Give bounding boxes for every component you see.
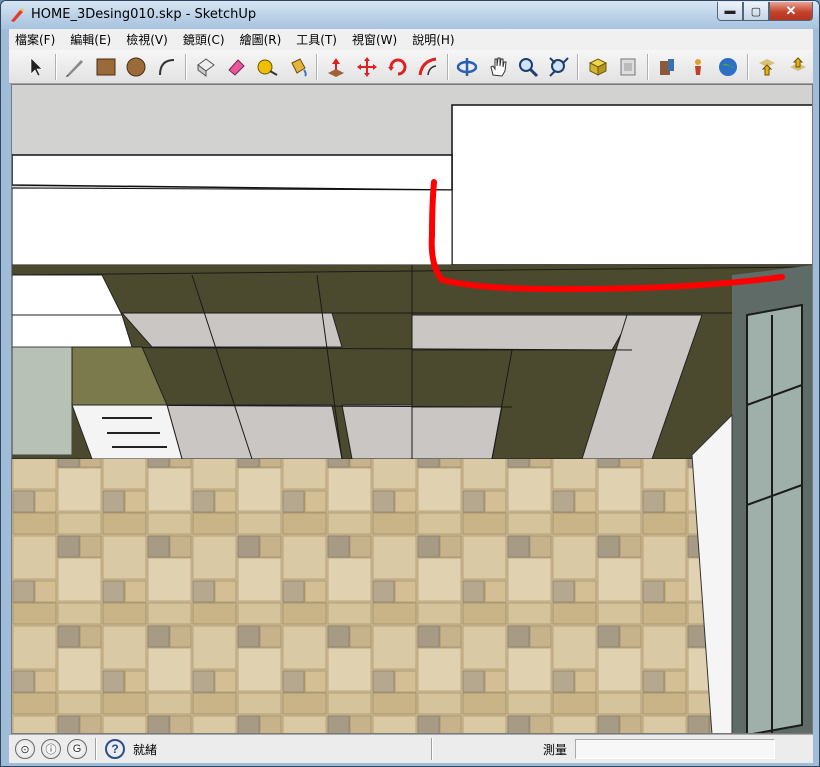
import-button[interactable] <box>752 52 783 82</box>
move-tool-button[interactable] <box>352 52 383 82</box>
cabinet-shelf <box>12 314 133 348</box>
toolbar-separator <box>646 53 649 80</box>
eraser-icon <box>196 57 215 77</box>
status-message: 就緒 <box>133 742 158 757</box>
help-icon[interactable]: ? <box>105 739 125 759</box>
sketchup-window: HOME_3Desing010.skp - SketchUp ▬ ▢ ✕ 檔案(… <box>0 0 820 767</box>
floor-tiles <box>12 459 732 733</box>
tape-measure-icon <box>257 59 278 76</box>
wall-tile-light <box>341 404 413 460</box>
soffit-left-top <box>12 154 453 191</box>
title-bar[interactable]: HOME_3Desing010.skp - SketchUp ▬ ▢ ✕ <box>1 1 819 29</box>
soffit-right <box>451 104 812 266</box>
sketchup-app-icon <box>11 8 24 22</box>
menu-help[interactable]: 說明(H) <box>412 31 454 48</box>
select-tool-icon <box>31 56 44 76</box>
wall-tile-light <box>120 312 343 348</box>
zoom-button[interactable] <box>513 52 544 82</box>
menu-window[interactable]: 視窗(W) <box>352 31 397 48</box>
orbit-button[interactable] <box>452 52 483 82</box>
glass-cabinet <box>12 346 73 456</box>
orbit-icon <box>456 57 478 76</box>
user-signin-icon[interactable]: G <box>67 739 87 759</box>
position-camera-icon <box>694 58 701 75</box>
zoom-icon <box>519 57 539 77</box>
rotate-tool-button[interactable] <box>382 52 413 82</box>
status-separator <box>95 738 97 760</box>
import-icon <box>759 58 776 75</box>
components-button[interactable] <box>652 52 683 82</box>
menu-bar: 檔案(F) 編輯(E) 檢視(V) 鏡頭(C) 繪圖(R) 工具(T) 視窗(W… <box>9 29 813 50</box>
main-toolbar <box>9 50 813 84</box>
measurements-label: 測量 <box>543 742 568 757</box>
circle-tool-button[interactable] <box>121 52 152 82</box>
tape-measure-button[interactable] <box>252 52 283 82</box>
menu-camera[interactable]: 鏡頭(C) <box>183 31 225 48</box>
pan-button[interactable] <box>482 52 513 82</box>
toolbar-separator <box>446 53 449 80</box>
minimize-button[interactable]: ▬ <box>717 2 743 21</box>
toolbar-separator <box>316 53 319 80</box>
wall-tile-light <box>411 314 633 351</box>
google-earth-button[interactable] <box>713 52 744 82</box>
move-icon <box>357 56 378 77</box>
geo-location-icon[interactable]: ⊙ <box>15 739 35 759</box>
components-icon <box>660 58 675 75</box>
wall-tile-light <box>166 404 343 460</box>
get-models-icon <box>588 57 607 76</box>
toolbar-separator <box>54 53 57 80</box>
menu-edit[interactable]: 編輯(E) <box>70 31 111 48</box>
menu-draw[interactable]: 繪圖(R) <box>240 31 282 48</box>
toolbar-separator <box>577 53 580 80</box>
credits-icon[interactable]: ⓘ <box>41 739 61 759</box>
rectangle-icon <box>96 58 116 75</box>
line-tool-button[interactable] <box>60 52 91 82</box>
pencil-line-icon <box>66 59 83 77</box>
follow-me-icon <box>418 57 437 75</box>
position-camera-button[interactable] <box>682 52 713 82</box>
make-component-button[interactable] <box>190 52 221 82</box>
maximize-button[interactable]: ▢ <box>743 2 769 21</box>
zoom-extents-button[interactable] <box>544 52 575 82</box>
follow-me-button[interactable] <box>413 52 444 82</box>
menu-view[interactable]: 檢視(V) <box>126 31 168 48</box>
share-model-button[interactable] <box>613 52 644 82</box>
measurements-input[interactable] <box>575 739 776 759</box>
rectangle-tool-button[interactable] <box>90 52 121 82</box>
toolbar-separator <box>746 53 749 80</box>
eraser-tool-button[interactable] <box>221 52 252 82</box>
paint-bucket-button[interactable] <box>282 52 313 82</box>
cabinet-top <box>12 274 123 316</box>
arc-icon <box>159 58 175 75</box>
get-models-button[interactable] <box>582 52 613 82</box>
paint-bucket-icon <box>291 57 307 77</box>
google-earth-icon <box>719 57 738 76</box>
close-button[interactable]: ✕ <box>769 2 813 21</box>
3d-scene[interactable] <box>12 85 813 734</box>
zoom-extents-icon <box>549 56 569 77</box>
export-icon <box>789 56 806 71</box>
menu-file[interactable]: 檔案(F) <box>15 31 55 48</box>
window-title: HOME_3Desing010.skp - SketchUp <box>31 7 257 22</box>
select-tool-button[interactable] <box>21 52 52 82</box>
push-pull-icon <box>328 57 345 77</box>
push-pull-button[interactable] <box>321 52 352 82</box>
pan-icon <box>490 57 507 77</box>
status-bar: ⊙ ⓘ G ? 就緒 測量 <box>9 734 813 763</box>
share-model-icon <box>620 58 636 75</box>
soffit-left-face <box>12 187 453 266</box>
wall-tile-light <box>411 406 503 460</box>
model-viewport[interactable] <box>11 84 813 734</box>
arc-tool-button[interactable] <box>152 52 183 82</box>
glass-door <box>746 303 803 733</box>
circle-icon <box>126 57 146 76</box>
menu-tools[interactable]: 工具(T) <box>296 31 337 48</box>
paint-eraser-icon <box>228 58 246 76</box>
toolbar-separator <box>185 53 188 80</box>
status-separator <box>431 738 433 760</box>
rotate-icon <box>387 58 407 75</box>
export-button[interactable] <box>782 52 813 82</box>
